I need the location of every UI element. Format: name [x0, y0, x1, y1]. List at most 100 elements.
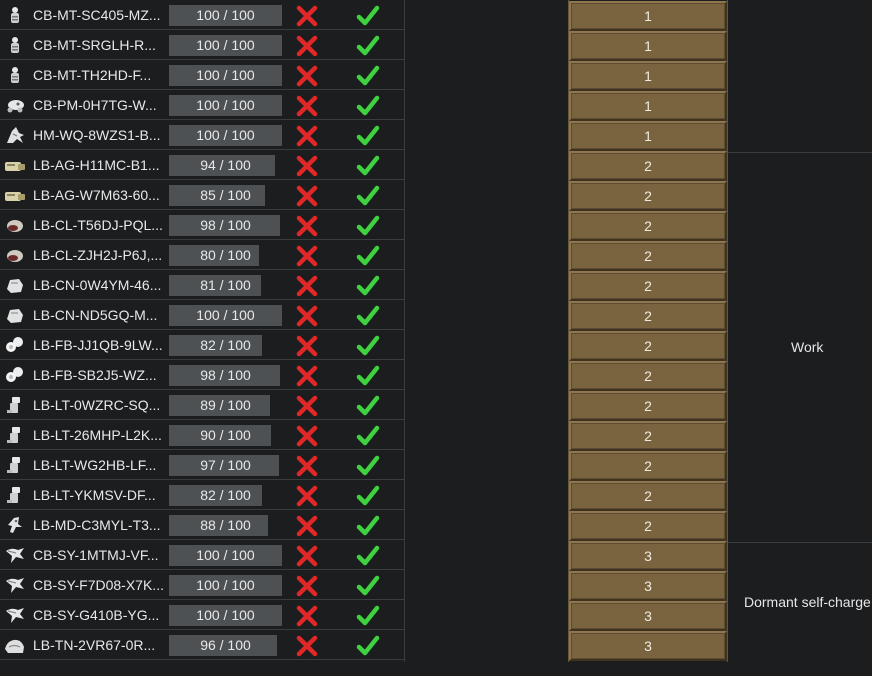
x-mark-icon[interactable] — [296, 605, 318, 627]
priority-button[interactable]: 3 — [569, 541, 727, 571]
x-mark-icon[interactable] — [296, 215, 318, 237]
mech-name[interactable]: LB-FB-JJ1QB-9LW... — [33, 337, 163, 353]
mech-row[interactable]: LB-FB-JJ1QB-9LW... 82 / 100 — [0, 330, 404, 360]
checkmark-icon[interactable] — [356, 515, 380, 537]
priority-button[interactable]: 1 — [569, 31, 727, 61]
mech-name[interactable]: CB-MT-TH2HD-F... — [33, 67, 151, 83]
priority-button[interactable]: 2 — [569, 361, 727, 391]
mech-name[interactable]: CB-MT-SC405-MZ... — [33, 7, 161, 23]
mech-name[interactable]: LB-LT-0WZRC-SQ... — [33, 397, 160, 413]
priority-button[interactable]: 2 — [569, 271, 727, 301]
x-mark-icon[interactable] — [296, 455, 318, 477]
priority-button[interactable]: 1 — [569, 121, 727, 151]
priority-button[interactable]: 3 — [569, 601, 727, 631]
checkmark-icon[interactable] — [356, 545, 380, 567]
checkmark-icon[interactable] — [356, 485, 380, 507]
mech-row[interactable]: LB-CL-ZJH2J-P6J,... 80 / 100 — [0, 240, 404, 270]
x-mark-icon[interactable] — [296, 635, 318, 657]
mech-row[interactable]: CB-SY-1MTMJ-VF... 100 / 100 — [0, 540, 404, 570]
x-mark-icon[interactable] — [296, 95, 318, 117]
priority-button[interactable]: 1 — [569, 61, 727, 91]
x-mark-icon[interactable] — [296, 335, 318, 357]
mech-row[interactable]: LB-LT-26MHP-L2K... 90 / 100 — [0, 420, 404, 450]
mech-row[interactable]: CB-PM-0H7TG-W... 100 / 100 — [0, 90, 404, 120]
x-mark-icon[interactable] — [296, 155, 318, 177]
mech-name[interactable]: LB-LT-YKMSV-DF... — [33, 487, 156, 503]
priority-button[interactable]: 2 — [569, 151, 727, 181]
x-mark-icon[interactable] — [296, 515, 318, 537]
x-mark-icon[interactable] — [296, 125, 318, 147]
mech-name[interactable]: LB-CN-ND5GQ-M... — [33, 307, 157, 323]
priority-button[interactable]: 2 — [569, 181, 727, 211]
x-mark-icon[interactable] — [296, 245, 318, 267]
mech-name[interactable]: LB-FB-SB2J5-WZ... — [33, 367, 157, 383]
mech-row[interactable]: CB-MT-TH2HD-F... 100 / 100 — [0, 60, 404, 90]
x-mark-icon[interactable] — [296, 185, 318, 207]
checkmark-icon[interactable] — [356, 5, 380, 27]
priority-button[interactable]: 3 — [569, 631, 727, 661]
checkmark-icon[interactable] — [356, 95, 380, 117]
mech-row[interactable]: LB-CN-0W4YM-46... 81 / 100 — [0, 270, 404, 300]
checkmark-icon[interactable] — [356, 305, 380, 327]
mech-row[interactable]: LB-CL-T56DJ-PQL... 98 / 100 — [0, 210, 404, 240]
mech-row[interactable]: HM-WQ-8WZS1-B... 100 / 100 — [0, 120, 404, 150]
checkmark-icon[interactable] — [356, 605, 380, 627]
x-mark-icon[interactable] — [296, 275, 318, 297]
checkmark-icon[interactable] — [356, 425, 380, 447]
checkmark-icon[interactable] — [356, 185, 380, 207]
mech-name[interactable]: CB-SY-F7D08-X7K... — [33, 577, 164, 593]
x-mark-icon[interactable] — [296, 425, 318, 447]
mech-name[interactable]: LB-CL-ZJH2J-P6J,... — [33, 247, 162, 263]
x-mark-icon[interactable] — [296, 305, 318, 327]
priority-button[interactable]: 1 — [569, 1, 727, 31]
x-mark-icon[interactable] — [296, 365, 318, 387]
checkmark-icon[interactable] — [356, 65, 380, 87]
checkmark-icon[interactable] — [356, 275, 380, 297]
priority-button[interactable]: 2 — [569, 391, 727, 421]
x-mark-icon[interactable] — [296, 395, 318, 417]
checkmark-icon[interactable] — [356, 245, 380, 267]
mech-row[interactable]: CB-SY-F7D08-X7K... 100 / 100 — [0, 570, 404, 600]
mech-row[interactable]: CB-MT-SRGLH-R... 100 / 100 — [0, 30, 404, 60]
mech-row[interactable]: LB-LT-WG2HB-LF... 97 / 100 — [0, 450, 404, 480]
mech-name[interactable]: LB-TN-2VR67-0R... — [33, 637, 155, 653]
mech-name[interactable]: LB-AG-H11MC-B1... — [33, 157, 160, 173]
x-mark-icon[interactable] — [296, 485, 318, 507]
priority-button[interactable]: 2 — [569, 451, 727, 481]
mech-row[interactable]: LB-FB-SB2J5-WZ... 98 / 100 — [0, 360, 404, 390]
checkmark-icon[interactable] — [356, 395, 380, 417]
checkmark-icon[interactable] — [356, 125, 380, 147]
checkmark-icon[interactable] — [356, 575, 380, 597]
x-mark-icon[interactable] — [296, 5, 318, 27]
mech-name[interactable]: LB-CL-T56DJ-PQL... — [33, 217, 163, 233]
priority-button[interactable]: 2 — [569, 331, 727, 361]
priority-button[interactable]: 2 — [569, 481, 727, 511]
mech-row[interactable]: LB-AG-W7M63-60... 85 / 100 — [0, 180, 404, 210]
priority-button[interactable]: 2 — [569, 301, 727, 331]
mech-row[interactable]: LB-MD-C3MYL-T3... 88 / 100 — [0, 510, 404, 540]
checkmark-icon[interactable] — [356, 635, 380, 657]
mech-row[interactable]: LB-LT-YKMSV-DF... 82 / 100 — [0, 480, 404, 510]
x-mark-icon[interactable] — [296, 575, 318, 597]
checkmark-icon[interactable] — [356, 455, 380, 477]
mech-name[interactable]: LB-LT-WG2HB-LF... — [33, 457, 156, 473]
mech-row[interactable]: LB-TN-2VR67-0R... 96 / 100 — [0, 630, 404, 660]
priority-button[interactable]: 1 — [569, 91, 727, 121]
mech-name[interactable]: CB-SY-1MTMJ-VF... — [33, 547, 159, 563]
priority-button[interactable]: 2 — [569, 241, 727, 271]
checkmark-icon[interactable] — [356, 155, 380, 177]
mech-name[interactable]: LB-MD-C3MYL-T3... — [33, 517, 161, 533]
mech-row[interactable]: LB-CN-ND5GQ-M... 100 / 100 — [0, 300, 404, 330]
mech-name[interactable]: CB-PM-0H7TG-W... — [33, 97, 157, 113]
mech-name[interactable]: HM-WQ-8WZS1-B... — [33, 127, 161, 143]
x-mark-icon[interactable] — [296, 35, 318, 57]
priority-button[interactable]: 2 — [569, 511, 727, 541]
priority-button[interactable]: 2 — [569, 211, 727, 241]
mech-name[interactable]: CB-SY-G410B-YG... — [33, 607, 159, 623]
checkmark-icon[interactable] — [356, 35, 380, 57]
priority-button[interactable]: 3 — [569, 571, 727, 601]
checkmark-icon[interactable] — [356, 365, 380, 387]
priority-button[interactable]: 2 — [569, 421, 727, 451]
x-mark-icon[interactable] — [296, 65, 318, 87]
checkmark-icon[interactable] — [356, 215, 380, 237]
